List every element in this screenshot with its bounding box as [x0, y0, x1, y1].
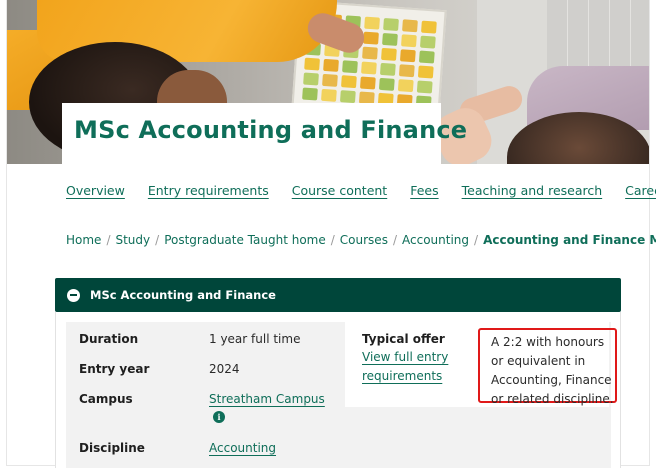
board-cell	[321, 88, 337, 102]
board-cell	[399, 49, 416, 63]
board-cell	[383, 17, 399, 31]
board-cell	[402, 19, 418, 33]
typical-offer-label: Typical offer	[362, 332, 445, 346]
tab-fees[interactable]: Fees	[410, 183, 438, 201]
board-cell	[364, 16, 380, 30]
board-cell	[323, 58, 339, 72]
breadcrumb-postgraduate-taught-home[interactable]: Postgraduate Taught home	[164, 233, 326, 247]
board-cell	[339, 90, 356, 104]
duration-label: Duration	[79, 332, 139, 346]
board-cell	[342, 60, 358, 74]
course-tabs: Overview Entry requirements Course conte…	[66, 183, 656, 201]
discipline-link[interactable]: Accounting	[209, 439, 276, 458]
board-cell	[421, 20, 437, 34]
duration-value: 1 year full time	[209, 332, 301, 346]
offer-line: or related discipline.	[491, 392, 614, 406]
breadcrumb-separator: /	[392, 233, 397, 247]
tab-careers[interactable]: Careers	[625, 183, 656, 201]
breadcrumb-separator: /	[155, 233, 160, 247]
tab-entry-requirements[interactable]: Entry requirements	[148, 183, 269, 201]
board-cell	[378, 77, 395, 91]
accordion-title: MSc Accounting and Finance	[90, 288, 276, 302]
board-cell	[416, 80, 433, 94]
accordion-header[interactable]: MSc Accounting and Finance	[55, 278, 621, 312]
breadcrumb-separator: /	[330, 233, 335, 247]
board-cell	[361, 61, 377, 75]
breadcrumb-home[interactable]: Home	[66, 233, 101, 247]
board-cell	[322, 73, 338, 87]
board-cell	[363, 31, 379, 45]
offer-line: or equivalent in	[491, 354, 586, 368]
board-cell	[382, 32, 398, 46]
view-entry-requirements-link[interactable]: requirements	[362, 367, 442, 386]
breadcrumb-study[interactable]: Study	[115, 233, 150, 247]
tab-course-content[interactable]: Course content	[292, 183, 387, 201]
breadcrumb-separator: /	[474, 233, 479, 247]
breadcrumb-accounting[interactable]: Accounting	[402, 233, 469, 247]
tab-teaching-and-research[interactable]: Teaching and research	[462, 183, 603, 201]
discipline-label: Discipline	[79, 441, 145, 455]
breadcrumb-separator: /	[106, 233, 111, 247]
view-entry-requirements-link[interactable]: View full entry	[362, 348, 448, 367]
board-cell	[401, 34, 417, 48]
offer-line: A 2:2 with honours	[491, 335, 605, 349]
typical-offer-text: A 2:2 with honours or equivalent in Acco…	[491, 333, 615, 409]
board-cell	[419, 35, 436, 49]
entry-year-label: Entry year	[79, 362, 150, 376]
board-cell	[304, 57, 320, 71]
board-cell	[398, 64, 415, 78]
campus-link[interactable]: Streatham Campus	[209, 390, 325, 409]
minus-circle-icon	[67, 288, 80, 302]
info-icon[interactable]: i	[213, 411, 225, 423]
board-cell	[381, 47, 397, 61]
board-cell	[418, 50, 435, 64]
board-cell	[417, 65, 434, 79]
breadcrumb: Home / Study / Postgraduate Taught home …	[66, 233, 656, 247]
board-cell	[341, 75, 357, 89]
campus-label: Campus	[79, 392, 133, 406]
board-cell	[303, 72, 319, 86]
board-cell	[362, 46, 378, 60]
breadcrumb-current: Accounting and Finance MSc	[483, 233, 656, 247]
page-title: MSc Accounting and Finance	[74, 116, 468, 144]
board-cell	[359, 76, 376, 90]
board-cell	[379, 62, 396, 76]
board-cell	[397, 79, 414, 93]
board-cell	[302, 87, 318, 101]
entry-year-value: 2024	[209, 362, 240, 376]
tab-overview[interactable]: Overview	[66, 183, 125, 201]
offer-line: Accounting, Finance	[491, 373, 612, 387]
breadcrumb-courses[interactable]: Courses	[340, 233, 388, 247]
